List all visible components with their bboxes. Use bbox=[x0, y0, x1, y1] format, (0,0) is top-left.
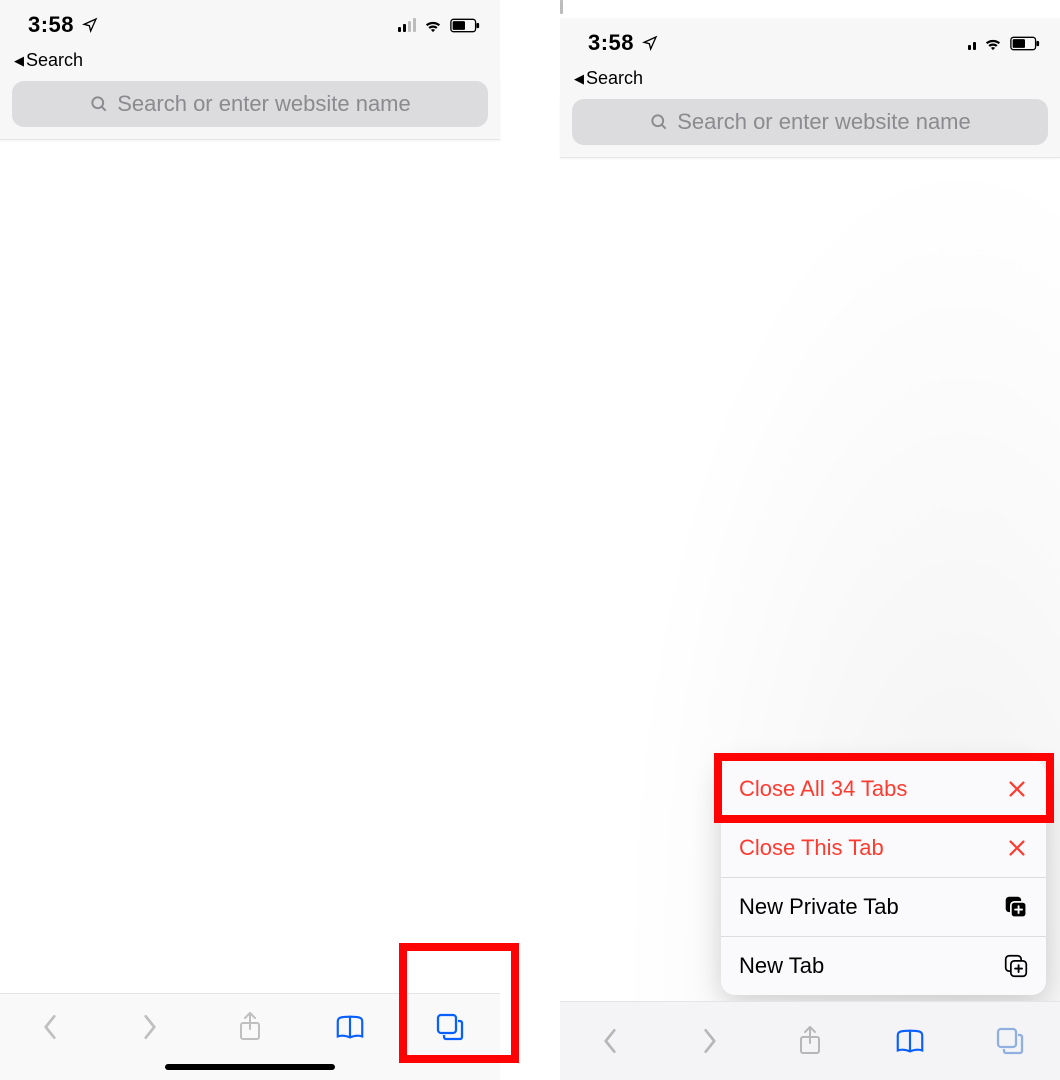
url-bar[interactable]: Search or enter website name bbox=[572, 99, 1048, 145]
tabs-context-menu: Close All 34 Tabs Close This Tab New Pri… bbox=[721, 760, 1046, 995]
breadcrumb-chevron-icon: ◀ bbox=[14, 53, 24, 69]
share-button[interactable] bbox=[210, 1011, 290, 1043]
status-bar: 3:58 bbox=[0, 0, 500, 50]
close-icon bbox=[1006, 837, 1028, 859]
bookmarks-button[interactable] bbox=[870, 1027, 950, 1055]
menu-new-private-label: New Private Tab bbox=[739, 894, 899, 920]
cellular-icon bbox=[968, 36, 976, 50]
wifi-icon bbox=[983, 36, 1003, 51]
bottom-toolbar bbox=[560, 1001, 1060, 1080]
menu-new-tab[interactable]: New Tab bbox=[721, 937, 1046, 995]
phone-right: 3:58 ◀ Search bbox=[560, 0, 1060, 1080]
status-time: 3:58 bbox=[28, 12, 74, 38]
url-bar-container: Search or enter website name bbox=[560, 95, 1060, 158]
wifi-icon bbox=[423, 18, 443, 33]
phone-left: 3:58 ◀ Search bbox=[0, 0, 500, 1080]
menu-new-private-tab[interactable]: New Private Tab bbox=[721, 878, 1046, 937]
bookmarks-button[interactable] bbox=[310, 1013, 390, 1041]
forward-button[interactable] bbox=[670, 1026, 750, 1056]
breadcrumb-back[interactable]: ◀ Search bbox=[0, 50, 500, 77]
url-bar[interactable]: Search or enter website name bbox=[12, 81, 488, 127]
cellular-icon bbox=[398, 18, 416, 32]
url-bar-placeholder: Search or enter website name bbox=[677, 109, 971, 135]
new-tab-icon bbox=[1004, 954, 1028, 978]
bottom-toolbar bbox=[0, 993, 500, 1080]
search-icon bbox=[649, 112, 669, 132]
menu-close-this-label: Close This Tab bbox=[739, 835, 884, 861]
share-button[interactable] bbox=[770, 1025, 850, 1057]
breadcrumb-label: Search bbox=[26, 50, 83, 71]
menu-close-this-tab[interactable]: Close This Tab bbox=[721, 819, 1046, 878]
battery-icon bbox=[450, 18, 480, 33]
home-indicator[interactable] bbox=[165, 1064, 335, 1070]
battery-icon bbox=[1010, 36, 1040, 51]
tabs-button[interactable] bbox=[970, 1026, 1050, 1056]
menu-new-tab-label: New Tab bbox=[739, 953, 824, 979]
location-icon bbox=[642, 35, 658, 51]
back-button[interactable] bbox=[10, 1012, 90, 1042]
menu-close-all-label: Close All 34 Tabs bbox=[739, 776, 907, 802]
breadcrumb-back[interactable]: ◀ Search bbox=[560, 68, 1060, 95]
breadcrumb-chevron-icon: ◀ bbox=[574, 71, 584, 87]
new-private-tab-icon bbox=[1004, 895, 1028, 919]
location-icon bbox=[82, 17, 98, 33]
status-bar: 3:58 bbox=[560, 18, 1060, 68]
tabs-button[interactable] bbox=[410, 1012, 490, 1042]
search-icon bbox=[89, 94, 109, 114]
forward-button[interactable] bbox=[110, 1012, 190, 1042]
url-bar-placeholder: Search or enter website name bbox=[117, 91, 411, 117]
url-bar-container: Search or enter website name bbox=[0, 77, 500, 140]
breadcrumb-label: Search bbox=[586, 68, 643, 89]
close-icon bbox=[1006, 778, 1028, 800]
status-time: 3:58 bbox=[588, 30, 634, 56]
menu-close-all-tabs[interactable]: Close All 34 Tabs bbox=[721, 760, 1046, 819]
back-button[interactable] bbox=[570, 1026, 650, 1056]
